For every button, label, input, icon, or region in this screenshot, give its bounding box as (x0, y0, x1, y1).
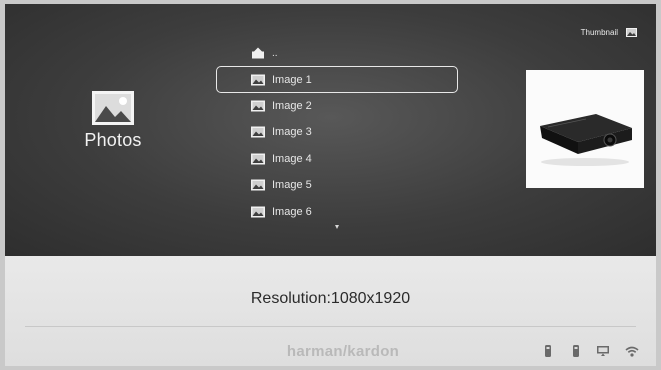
usb-icon (573, 345, 579, 357)
photo-icon (92, 91, 134, 125)
image-preview-thumbnail (526, 70, 644, 188)
list-item-image-3[interactable]: Image 3 (217, 119, 457, 145)
list-item-image-6[interactable]: Image 6 (217, 198, 457, 224)
thumbnail-toggle-label: Thumbnail (580, 27, 618, 37)
projector-image (540, 114, 632, 166)
status-bar (543, 344, 639, 358)
list-item-image-2[interactable]: Image 2 (217, 93, 457, 119)
photo-icon (626, 27, 637, 37)
usb-icon (545, 345, 551, 357)
photo-icon (251, 126, 265, 138)
category-label: Photos (84, 130, 142, 150)
browser-panel: Photos .. Image 1 Image 2 Image 3 Image … (5, 4, 656, 256)
media-browser-screen: Photos .. Image 1 Image 2 Image 3 Image … (5, 4, 656, 366)
divider (25, 326, 636, 327)
photo-icon (251, 153, 265, 165)
list-item-parent-folder[interactable]: .. (217, 40, 457, 66)
list-item-label: Image 4 (272, 152, 312, 165)
list-item-label: Image 3 (272, 126, 312, 139)
list-item-label: Image 6 (272, 205, 312, 218)
scroll-down-arrow-icon[interactable] (335, 225, 339, 229)
photo-icon (251, 100, 265, 112)
brand-logo: harman/kardon (286, 343, 400, 360)
list-item-image-5[interactable]: Image 5 (217, 172, 457, 198)
list-item-label: Image 5 (272, 179, 312, 192)
category-photos: Photos (71, 90, 155, 151)
list-item-label: Image 1 (272, 73, 312, 86)
photo-icon (251, 206, 265, 218)
thumbnail-toggle-button[interactable]: Thumbnail (561, 24, 637, 40)
resolution-text: Resolution:1080x1920 (250, 290, 411, 307)
photo-icon (251, 74, 265, 86)
wifi-icon (625, 346, 639, 357)
display-icon (597, 346, 609, 356)
list-item-image-4[interactable]: Image 4 (217, 146, 457, 172)
list-item-label: .. (272, 47, 278, 59)
list-item-image-1[interactable]: Image 1 (216, 66, 458, 93)
folder-up-icon (252, 47, 264, 59)
photo-icon (251, 179, 265, 191)
file-list[interactable]: .. Image 1 Image 2 Image 3 Image 4 Image… (216, 40, 458, 225)
list-item-label: Image 2 (272, 99, 312, 112)
